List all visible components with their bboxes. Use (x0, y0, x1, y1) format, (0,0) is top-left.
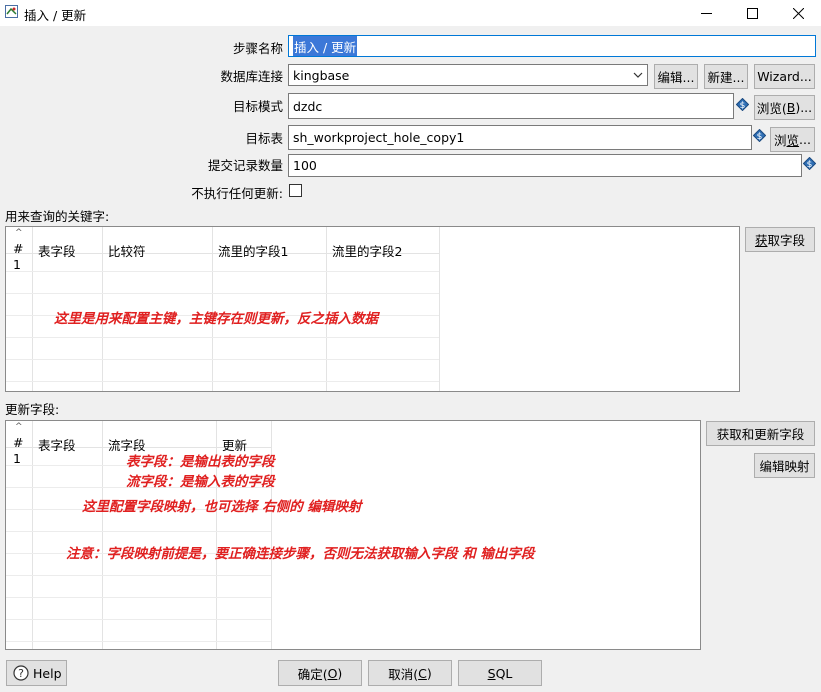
no-update-label: 不执行任何更新: (191, 186, 283, 201)
get-fields-key: 获 (754, 233, 768, 248)
browse-table-label-post: ... (799, 132, 811, 147)
key-col-stream-field-1: 流里的字段1 (218, 244, 289, 259)
browse-table-button[interactable]: 浏览... (770, 127, 815, 152)
sql-label: QL (495, 665, 513, 681)
browse-schema-key: B (786, 100, 796, 115)
get-fields-label: 取字段 (767, 233, 806, 248)
cancel-label-post: ) (426, 665, 432, 681)
schema-input[interactable]: dzdc (288, 93, 734, 119)
close-button[interactable] (775, 0, 821, 26)
key-col-table-field: 表字段 (38, 244, 76, 259)
update-annotation-stream-field: 流字段：是输入表的字段 (126, 474, 275, 490)
update-grid[interactable]: ^ # 表字段 流字段 更新 1 表字段：是输出表的字段 流字段：是输入表的字段… (5, 420, 701, 650)
table-label: 目标表 (245, 131, 283, 146)
update-annotation-mapping: 这里配置字段映射，也可选择 右侧的 编辑映射 (82, 499, 362, 515)
sort-icon: ^ (15, 422, 23, 432)
update-row-number: 1 (13, 451, 21, 466)
step-name-value: 插入 / 更新 (293, 36, 358, 56)
help-label: Help (33, 665, 62, 681)
variable-icon: $ (735, 97, 750, 112)
ok-key: O (327, 665, 338, 681)
key-col-num: # (13, 241, 24, 256)
table-value: sh_workproject_hole_copy1 (293, 130, 465, 145)
wizard-button[interactable]: Wizard... (754, 64, 815, 89)
browse-schema-button[interactable]: 浏览(B)... (754, 95, 815, 120)
edit-mapping-button[interactable]: 编辑映射 (754, 453, 815, 478)
cancel-key: C (418, 665, 427, 681)
app-icon (5, 5, 18, 18)
minimize-icon (700, 12, 712, 14)
commit-size-value: 100 (293, 158, 317, 173)
connection-label: 数据库连接 (220, 69, 283, 84)
help-button[interactable]: ? Help (6, 660, 67, 686)
connection-value: kingbase (293, 67, 350, 83)
get-fields-button[interactable]: 获取字段 (745, 227, 815, 252)
step-name-label: 步骤名称 (232, 41, 283, 56)
update-col-num: # (13, 435, 24, 450)
minimize-button[interactable] (683, 0, 729, 26)
new-connection-button[interactable]: 新建... (704, 64, 748, 89)
sql-key: S (487, 665, 496, 681)
table-input[interactable]: sh_workproject_hole_copy1 (288, 125, 752, 150)
edit-connection-button[interactable]: 编辑... (654, 64, 698, 89)
schema-label: 目标模式 (232, 99, 283, 114)
chevron-down-icon (629, 72, 647, 78)
no-update-checkbox[interactable] (289, 184, 302, 197)
variable-icon: $ (802, 156, 817, 171)
svg-text:$: $ (807, 160, 813, 170)
cancel-button[interactable]: 取消(C) (368, 660, 452, 686)
maximize-button[interactable] (729, 0, 775, 26)
key-annotation: 这里是用来配置主键，主键存在则更新，反之插入数据 (54, 311, 378, 327)
commit-size-input[interactable]: 100 (288, 154, 802, 177)
maximize-icon (746, 7, 758, 19)
get-update-fields-button[interactable]: 获取和更新字段 (706, 421, 815, 446)
sql-button[interactable]: S QL (458, 660, 542, 686)
browse-table-label-pre: 浏 (774, 133, 787, 148)
key-section-label: 用来查询的关键字: (5, 209, 110, 224)
ok-label-pre: 确定( (297, 666, 328, 682)
window-title: 插入 / 更新 (24, 8, 87, 23)
variable-icon: $ (752, 128, 767, 143)
step-name-input[interactable]: 插入 / 更新 (288, 35, 816, 57)
key-grid[interactable]: ^ # 表字段 比较符 流里的字段1 流里的字段2 1 这里是用来配置主键，主键… (5, 226, 740, 392)
commit-size-label: 提交记录数量 (207, 158, 283, 173)
svg-text:?: ? (18, 667, 24, 680)
update-annotation-note: 注意：字段映射前提是，要正确连接步骤，否则无法获取输入字段 和 输出字段 (66, 546, 535, 562)
ok-button[interactable]: 确定(O) (278, 660, 362, 686)
connection-select[interactable]: kingbase (288, 64, 648, 86)
browse-table-key: 览 (786, 133, 800, 148)
sort-icon: ^ (15, 228, 23, 238)
svg-text:$: $ (757, 132, 763, 142)
close-icon (792, 7, 804, 19)
ok-label-post: ) (337, 665, 343, 681)
cancel-label-pre: 取消( (388, 666, 419, 682)
svg-text:$: $ (740, 101, 746, 111)
schema-value: dzdc (293, 98, 323, 114)
update-col-table-field: 表字段 (38, 438, 76, 453)
key-col-stream-field-2: 流里的字段2 (332, 244, 403, 259)
key-row-number: 1 (13, 257, 21, 272)
update-section-label: 更新字段: (5, 402, 60, 417)
browse-schema-label-pre: 浏览( (756, 101, 787, 116)
key-col-comparator: 比较符 (108, 244, 146, 259)
browse-schema-label-post: )... (795, 100, 813, 115)
update-annotation-table-field: 表字段：是输出表的字段 (126, 454, 275, 470)
help-icon: ? (13, 665, 29, 681)
